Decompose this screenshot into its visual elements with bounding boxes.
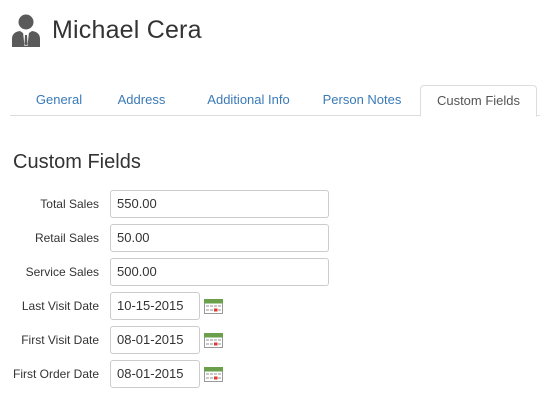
form-row-first-visit-date: First Visit Date 08-01-2015 [0,326,540,354]
last-visit-date-label: Last Visit Date [21,299,99,313]
tab-address[interactable]: Address [106,85,177,116]
form-row-last-visit-date: Last Visit Date 10-15-2015 [0,292,540,320]
form-row-total-sales: Total Sales 550.00 [0,190,540,218]
total-sales-label: Total Sales [40,197,99,211]
total-sales-input[interactable]: 550.00 [110,190,329,218]
tab-bar: General Address Additional Info Person N… [10,85,540,117]
calendar-icon[interactable] [204,367,223,382]
retail-sales-input[interactable]: 50.00 [110,224,329,252]
person-name: Michael Cera [52,15,202,44]
service-sales-input[interactable]: 500.00 [110,258,329,286]
first-order-date-input[interactable]: 08-01-2015 [110,360,200,388]
retail-sales-label: Retail Sales [34,231,99,245]
tab-general[interactable]: General [22,85,96,116]
first-visit-date-input[interactable]: 08-01-2015 [110,326,200,354]
tab-person-notes[interactable]: Person Notes [313,85,411,116]
first-order-date-label: First Order Date [12,367,99,381]
tab-additional-info[interactable]: Additional Info [191,85,306,116]
calendar-icon[interactable] [204,333,223,348]
page-header: Michael Cera [10,10,202,50]
tab-custom-fields[interactable]: Custom Fields [420,85,537,117]
last-visit-date-input[interactable]: 10-15-2015 [110,292,200,320]
service-sales-label: Service Sales [25,265,99,279]
section-title: Custom Fields [13,151,141,173]
form-row-service-sales: Service Sales 500.00 [0,258,540,286]
person-silhouette-icon [12,14,40,47]
form-row-retail-sales: Retail Sales 50.00 [0,224,540,252]
calendar-icon[interactable] [204,299,223,314]
form-row-first-order-date: First Order Date 08-01-2015 [0,360,540,388]
first-visit-date-label: First Visit Date [21,333,99,347]
